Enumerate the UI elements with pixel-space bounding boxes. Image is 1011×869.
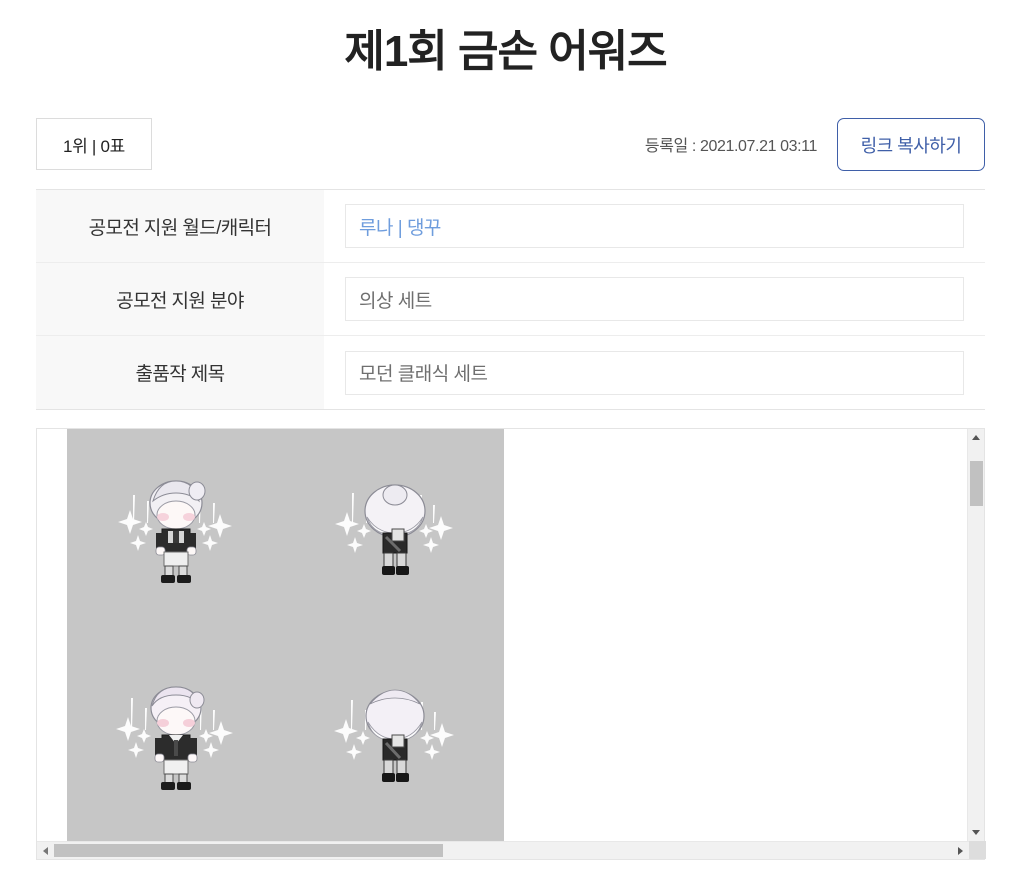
scroll-up-icon[interactable]: [968, 429, 984, 446]
vertical-scrollbar-thumb[interactable]: [970, 461, 983, 506]
back-facing-character-short-hair-icon: [320, 674, 470, 804]
rank-vote-text: 1위 | 0표: [63, 136, 125, 156]
registered-date: 등록일 : 2021.07.21 03:11: [644, 138, 817, 155]
entry-image-grid: [67, 429, 504, 841]
sprite-cell-bottom-right: [286, 636, 504, 841]
table-row: 출품작 제목 모던 클래식 세트: [36, 336, 985, 409]
sprite-cell-bottom-left: [67, 636, 285, 841]
status-badge: 1위 | 0표: [36, 118, 152, 170]
world-character-value[interactable]: 루나 | 댕꾸: [345, 204, 964, 248]
row-label: 공모전 지원 분야: [36, 263, 324, 335]
row-value-cell: 모던 클래식 세트: [324, 336, 985, 409]
front-facing-character-bun-hair-icon: [101, 467, 251, 597]
row-value-cell: 루나 | 댕꾸: [324, 190, 985, 262]
scrollbar-corner: [969, 841, 986, 859]
front-facing-character-short-hair-icon: [101, 674, 251, 804]
horizontal-scrollbar-thumb[interactable]: [54, 844, 443, 857]
scroll-down-icon[interactable]: [968, 824, 984, 841]
vertical-scrollbar[interactable]: [967, 429, 984, 841]
row-value-cell: 의상 세트: [324, 263, 985, 335]
row-label: 공모전 지원 월드/캐릭터: [36, 190, 324, 262]
scroll-right-icon[interactable]: [952, 842, 969, 859]
contest-entry-page: 제1회 금손 어워즈 1위 | 0표 등록일 : 2021.07.21 03:1…: [0, 0, 1011, 869]
table-row: 공모전 지원 분야 의상 세트: [36, 263, 985, 336]
back-facing-character-bun-hair-icon: [320, 467, 470, 597]
meta-bar: 1위 | 0표 등록일 : 2021.07.21 03:11 링크 복사하기: [36, 118, 985, 171]
copy-link-button[interactable]: 링크 복사하기: [837, 118, 985, 171]
row-label: 출품작 제목: [36, 336, 324, 409]
page-title: 제1회 금손 어워즈: [344, 27, 667, 76]
sprite-cell-top-left: [67, 429, 285, 634]
entry-info-table: 공모전 지원 월드/캐릭터 루나 | 댕꾸 공모전 지원 분야 의상 세트 출품…: [36, 189, 985, 410]
horizontal-scrollbar[interactable]: [37, 841, 986, 859]
category-value: 의상 세트: [345, 277, 964, 321]
entry-title-value: 모던 클래식 세트: [345, 350, 964, 395]
entry-image-viewer[interactable]: [36, 428, 986, 860]
sprite-cell-top-right: [286, 429, 504, 634]
table-row: 공모전 지원 월드/캐릭터 루나 | 댕꾸: [36, 190, 985, 263]
scroll-left-icon[interactable]: [37, 842, 54, 859]
